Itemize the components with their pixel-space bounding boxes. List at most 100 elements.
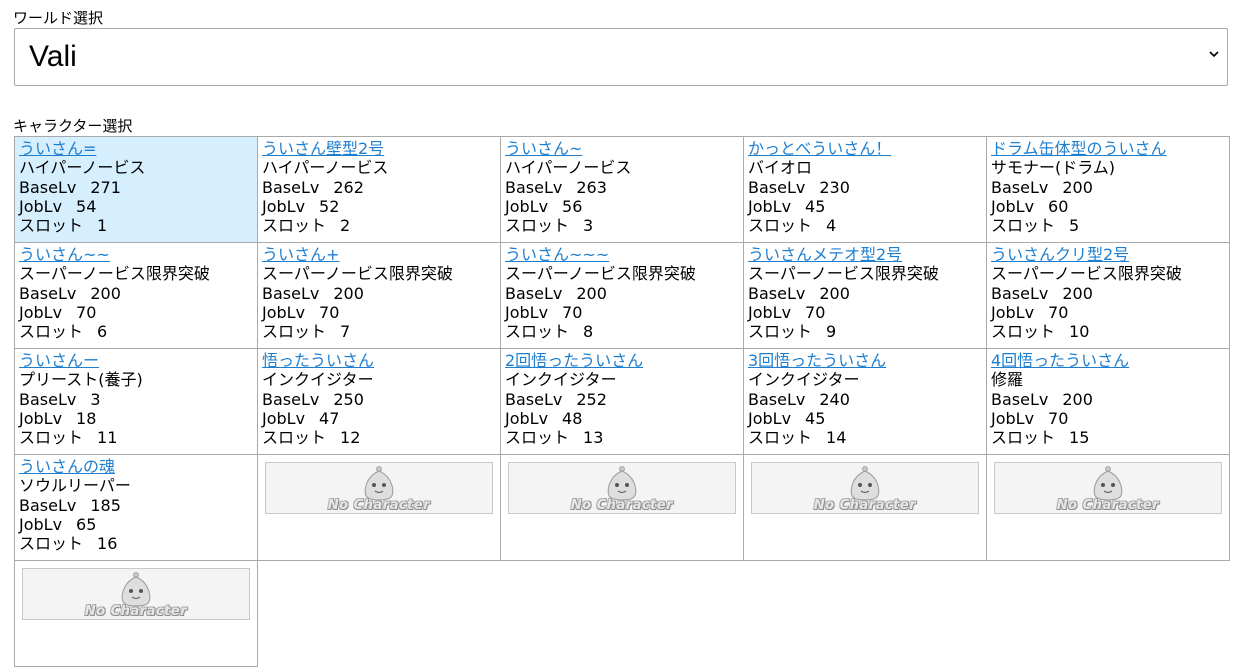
job-level-label: JobLv xyxy=(19,196,63,216)
no-character-text: No Character xyxy=(1056,498,1160,513)
character-slot[interactable]: ういさん~ ハイパーノービス BaseLv 263 JobLv 56 スロット 3 xyxy=(500,136,744,243)
slot-value: 10 xyxy=(1069,322,1090,342)
job-level-label: JobLv xyxy=(262,408,306,428)
character-slot-empty[interactable]: No Character xyxy=(500,454,744,561)
character-slot[interactable]: ういさん+ スーパーノービス限界突破 BaseLv 200 JobLv 70 スロット 7 xyxy=(257,242,501,349)
character-name-link[interactable]: 2回悟ったういさん xyxy=(505,351,739,370)
job-level-value: 70 xyxy=(319,302,340,322)
slot-row: スロット 3 xyxy=(505,216,739,235)
base-level-label: BaseLv xyxy=(505,389,563,409)
slot-row: スロット 13 xyxy=(505,428,739,447)
character-name-link[interactable]: ういさんメテオ型2号 xyxy=(748,245,982,264)
base-level-value: 200 xyxy=(90,283,121,303)
base-level-row: BaseLv 263 xyxy=(505,178,739,197)
character-slot-empty[interactable]: No Character xyxy=(257,454,501,561)
world-select[interactable]: Vali xyxy=(14,28,1228,86)
character-slot[interactable]: ういさん~~~ スーパーノービス限界突破 BaseLv 200 JobLv 70 スロット 8 xyxy=(500,242,744,349)
job-level-value: 47 xyxy=(319,408,340,428)
character-job: ソウルリーパー xyxy=(19,476,131,496)
character-slot[interactable]: ういさん~~ スーパーノービス限界突破 BaseLv 200 JobLv 70 スロット 6 xyxy=(14,242,258,349)
job-level-row: JobLv 45 xyxy=(748,197,982,216)
job-level-row: JobLv 56 xyxy=(505,197,739,216)
character-slot[interactable]: ういさんクリ型2号 スーパーノービス限界突破 BaseLv 200 JobLv 70 スロッ… xyxy=(986,242,1230,349)
character-name-link[interactable]: ういさん~~ xyxy=(19,245,253,264)
character-name-link[interactable]: 4回悟ったういさん xyxy=(991,351,1225,370)
character-job: サモナー(ドラム) xyxy=(991,158,1116,178)
character-job: インクイジター xyxy=(748,370,860,390)
slot-label: スロット xyxy=(505,216,570,236)
job-level-label: JobLv xyxy=(991,302,1035,322)
character-slot[interactable]: ういさん= ハイパーノービス BaseLv 271 JobLv 54 スロット 1 xyxy=(14,136,258,243)
character-slot[interactable]: 4回悟ったういさん 修羅 BaseLv 200 JobLv 70 スロット 15 xyxy=(986,348,1230,455)
slot-label: スロット xyxy=(19,216,84,236)
character-name-link[interactable]: 悟ったういさん xyxy=(262,351,496,370)
character-slot[interactable]: ういさんメテオ型2号 スーパーノービス限界突破 BaseLv 200 JobLv 70 スロ… xyxy=(743,242,987,349)
character-name-link[interactable]: ういさん~ xyxy=(505,139,739,158)
slot-label: スロット xyxy=(262,216,327,236)
job-level-row: JobLv 70 xyxy=(262,303,496,322)
slot-label: スロット xyxy=(505,428,570,448)
base-level-label: BaseLv xyxy=(991,177,1049,197)
character-slot[interactable]: ドラム缶体型のういさん サモナー(ドラム) BaseLv 200 JobLv 60 スロット… xyxy=(986,136,1230,243)
no-character-text: No Character xyxy=(570,498,674,513)
slot-label: スロット xyxy=(505,322,570,342)
character-grid: ういさん= ハイパーノービス BaseLv 271 JobLv 54 スロット 1 ういさん壁型… xyxy=(14,136,1230,667)
base-level-value: 3 xyxy=(90,389,101,409)
character-name-link[interactable]: ういさん壁型2号 xyxy=(262,139,496,158)
job-level-value: 52 xyxy=(319,196,340,216)
job-level-row: JobLv 47 xyxy=(262,409,496,428)
job-level-row: JobLv 70 xyxy=(19,303,253,322)
character-slot[interactable]: ういさんー プリースト(養子) BaseLv 3 JobLv 18 スロット 11 xyxy=(14,348,258,455)
character-name-link[interactable]: ういさんー xyxy=(19,351,253,370)
character-slot-empty[interactable]: No Character xyxy=(14,560,258,667)
job-level-label: JobLv xyxy=(991,408,1035,428)
character-name-link[interactable]: 3回悟ったういさん xyxy=(748,351,982,370)
character-slot[interactable]: ういさん壁型2号 ハイパーノービス BaseLv 262 JobLv 52 スロット 2 xyxy=(257,136,501,243)
slot-value: 7 xyxy=(340,322,351,342)
job-level-value: 45 xyxy=(805,196,826,216)
character-slot-empty[interactable]: No Character xyxy=(986,454,1230,561)
character-name-link[interactable]: ういさん= xyxy=(19,139,253,158)
character-job: スーパーノービス限界突破 xyxy=(19,264,210,284)
base-level-label: BaseLv xyxy=(505,283,563,303)
base-level-label: BaseLv xyxy=(748,283,806,303)
character-name-link[interactable]: ドラム缶体型のういさん xyxy=(991,139,1225,158)
slot-row: スロット 4 xyxy=(748,216,982,235)
base-level-label: BaseLv xyxy=(748,177,806,197)
character-slot[interactable]: 2回悟ったういさん インクイジター BaseLv 252 JobLv 48 スロット 13 xyxy=(500,348,744,455)
job-level-row: JobLv 70 xyxy=(991,409,1225,428)
job-level-label: JobLv xyxy=(19,408,63,428)
slot-label: スロット xyxy=(748,216,813,236)
character-slot-empty[interactable]: No Character xyxy=(743,454,987,561)
job-level-row: JobLv 60 xyxy=(991,197,1225,216)
character-job: バイオロ xyxy=(748,158,813,178)
character-slot[interactable]: ういさんの魂 ソウルリーパー BaseLv 185 JobLv 65 スロット 16 xyxy=(14,454,258,561)
character-job: スーパーノービス限界突破 xyxy=(748,264,939,284)
base-level-value: 271 xyxy=(90,177,121,197)
base-level-label: BaseLv xyxy=(19,495,77,515)
base-level-value: 200 xyxy=(1062,283,1093,303)
base-level-row: BaseLv 240 xyxy=(748,390,982,409)
slot-label: スロット xyxy=(991,216,1056,236)
slot-value: 11 xyxy=(97,428,118,448)
slot-value: 4 xyxy=(826,216,837,236)
base-level-label: BaseLv xyxy=(262,177,320,197)
job-level-value: 56 xyxy=(562,196,583,216)
base-level-value: 200 xyxy=(1062,389,1093,409)
job-level-value: 65 xyxy=(76,514,97,534)
slot-row: スロット 10 xyxy=(991,322,1225,341)
no-character-placeholder: No Character xyxy=(22,568,250,620)
character-name-link[interactable]: ういさん+ xyxy=(262,245,496,264)
character-name-link[interactable]: ういさん~~~ xyxy=(505,245,739,264)
slot-value: 9 xyxy=(826,322,837,342)
character-name-link[interactable]: ういさんの魂 xyxy=(19,457,253,476)
character-slot[interactable]: 3回悟ったういさん インクイジター BaseLv 240 JobLv 45 スロット 14 xyxy=(743,348,987,455)
base-level-value: 200 xyxy=(819,283,850,303)
slot-value: 1 xyxy=(97,216,108,236)
base-level-row: BaseLv 200 xyxy=(748,284,982,303)
base-level-value: 262 xyxy=(333,177,364,197)
character-slot[interactable]: かっとべういさん！ バイオロ BaseLv 230 JobLv 45 スロット 4 xyxy=(743,136,987,243)
character-slot[interactable]: 悟ったういさん インクイジター BaseLv 250 JobLv 47 スロット 12 xyxy=(257,348,501,455)
character-name-link[interactable]: ういさんクリ型2号 xyxy=(991,245,1225,264)
character-name-link[interactable]: かっとべういさん！ xyxy=(748,139,982,158)
